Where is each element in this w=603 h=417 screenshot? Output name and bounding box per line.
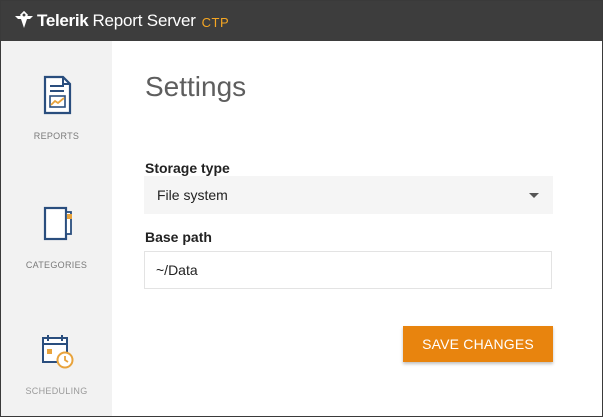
sidebar-item-label: CATEGORIES xyxy=(25,260,88,270)
brand-name: Telerik xyxy=(37,11,89,30)
caret-down-icon xyxy=(529,193,539,198)
app-window: Telerik Report Server CTP REPORTS CATEGO… xyxy=(0,0,603,417)
sidebar-item-label: REPORTS xyxy=(33,131,80,141)
brand-edition: CTP xyxy=(201,15,230,30)
calendar-clock-icon xyxy=(41,335,73,369)
report-document-icon xyxy=(43,75,71,115)
base-path-input[interactable] xyxy=(144,251,552,289)
page-title: Settings xyxy=(145,71,247,102)
storage-type-label: Storage type xyxy=(145,160,230,176)
storage-type-value: File system xyxy=(157,187,228,203)
sidebar-item-reports[interactable]: REPORTS xyxy=(1,75,112,141)
storage-type-select[interactable]: File system xyxy=(144,176,553,214)
sidebar: REPORTS CATEGORIES SCHEDULING xyxy=(1,41,112,416)
sidebar-item-label: SCHEDULING xyxy=(25,386,88,396)
sidebar-item-categories[interactable]: CATEGORIES xyxy=(1,206,112,270)
top-bar: Telerik Report Server CTP xyxy=(1,1,602,41)
category-folder-icon xyxy=(43,206,72,241)
sidebar-item-scheduling[interactable]: SCHEDULING xyxy=(1,333,112,396)
save-changes-button[interactable]: SAVE CHANGES xyxy=(403,326,553,362)
brand-product: Report Server xyxy=(92,11,196,30)
telerik-logo-icon xyxy=(15,11,33,28)
settings-panel: Settings Storage type File system Base p… xyxy=(112,41,602,416)
base-path-label: Base path xyxy=(145,229,212,245)
